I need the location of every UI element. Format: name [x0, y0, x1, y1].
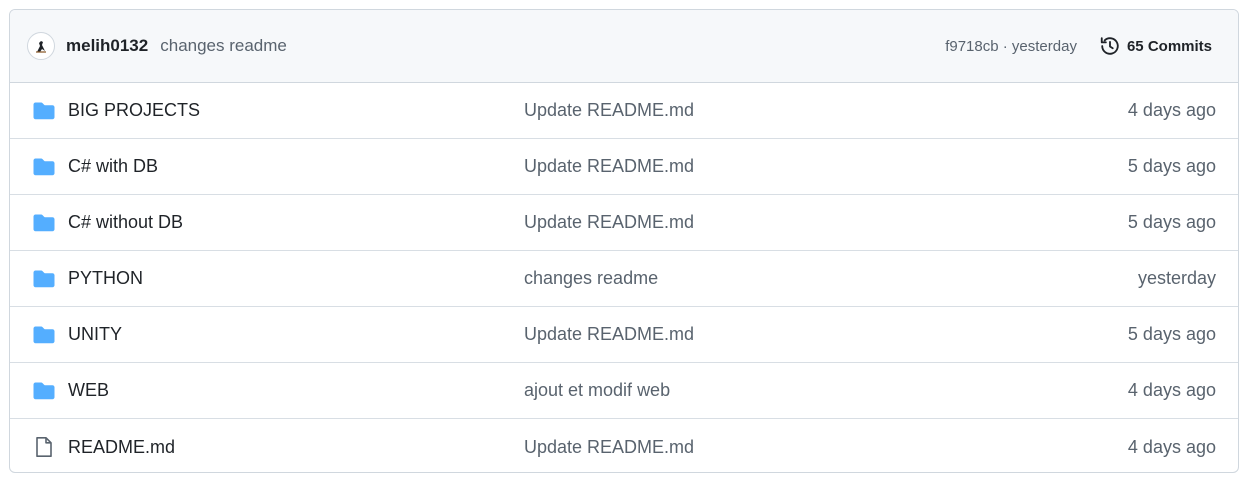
folder-icon: [32, 323, 56, 347]
file-commit-date: 5 days ago: [1127, 212, 1216, 232]
file-commit-date: 5 days ago: [1127, 156, 1216, 176]
file-row[interactable]: README.md Update README.md 4 days ago: [10, 419, 1238, 472]
commit-message[interactable]: changes readme: [160, 36, 287, 56]
commit-hash[interactable]: f9718cb: [945, 38, 998, 55]
file-commit-date: 4 days ago: [1127, 100, 1216, 120]
folder-row[interactable]: WEB ajout et modif web 4 days ago: [10, 363, 1238, 419]
file-name-link[interactable]: UNITY: [68, 324, 524, 345]
file-name-link[interactable]: README.md: [68, 437, 524, 458]
commit-separator: ·: [1002, 37, 1008, 55]
repo-file-browser: melih0132 changes readme f9718cb · yeste…: [9, 9, 1239, 473]
file-commit-date: yesterday: [1137, 268, 1216, 288]
folder-icon: [32, 99, 56, 123]
commit-author[interactable]: melih0132: [66, 36, 148, 56]
folder-icon: [32, 155, 56, 179]
file-commit-message-link[interactable]: Update README.md: [524, 100, 1128, 121]
folder-icon: [32, 211, 56, 235]
commits-count-label: 65 Commits: [1126, 37, 1212, 55]
file-list: BIG PROJECTS Update README.md 4 days ago C#…: [10, 83, 1238, 472]
file-commit-message-link[interactable]: changes readme: [524, 268, 1138, 289]
folder-icon: [32, 379, 56, 403]
folder-row[interactable]: PYTHON changes readme yesterday: [10, 251, 1238, 307]
folder-row[interactable]: C# with DB Update README.md 5 days ago: [10, 139, 1238, 195]
commit-time: yesterday: [1011, 37, 1077, 55]
file-icon: [32, 435, 56, 459]
folder-row[interactable]: UNITY Update README.md 5 days ago: [10, 307, 1238, 363]
commits-history-link[interactable]: 65 Commits: [1099, 35, 1212, 57]
folder-icon: [32, 267, 56, 291]
file-name-link[interactable]: C# without DB: [68, 212, 524, 233]
file-commit-message-link[interactable]: Update README.md: [524, 324, 1128, 345]
file-name-link[interactable]: BIG PROJECTS: [68, 100, 524, 121]
file-commit-date: 4 days ago: [1127, 380, 1216, 400]
file-name-link[interactable]: WEB: [68, 380, 524, 401]
latest-commit-header: melih0132 changes readme f9718cb · yeste…: [10, 10, 1238, 83]
file-commit-message-link[interactable]: ajout et modif web: [524, 380, 1128, 401]
history-icon: [1100, 37, 1119, 55]
file-commit-message-link[interactable]: Update README.md: [524, 437, 1128, 458]
avatar-bird-icon: [36, 41, 46, 53]
file-commit-message-link[interactable]: Update README.md: [524, 156, 1128, 177]
folder-row[interactable]: BIG PROJECTS Update README.md 4 days ago: [10, 83, 1238, 139]
avatar[interactable]: [27, 32, 55, 60]
file-commit-message-link[interactable]: Update README.md: [524, 212, 1128, 233]
folder-row[interactable]: C# without DB Update README.md 5 days ago: [10, 195, 1238, 251]
file-name-link[interactable]: PYTHON: [68, 268, 524, 289]
file-commit-date: 5 days ago: [1127, 324, 1216, 344]
commit-meta: f9718cb · yesterday: [945, 38, 1077, 55]
file-name-link[interactable]: C# with DB: [68, 156, 524, 177]
file-commit-date: 4 days ago: [1127, 436, 1216, 457]
